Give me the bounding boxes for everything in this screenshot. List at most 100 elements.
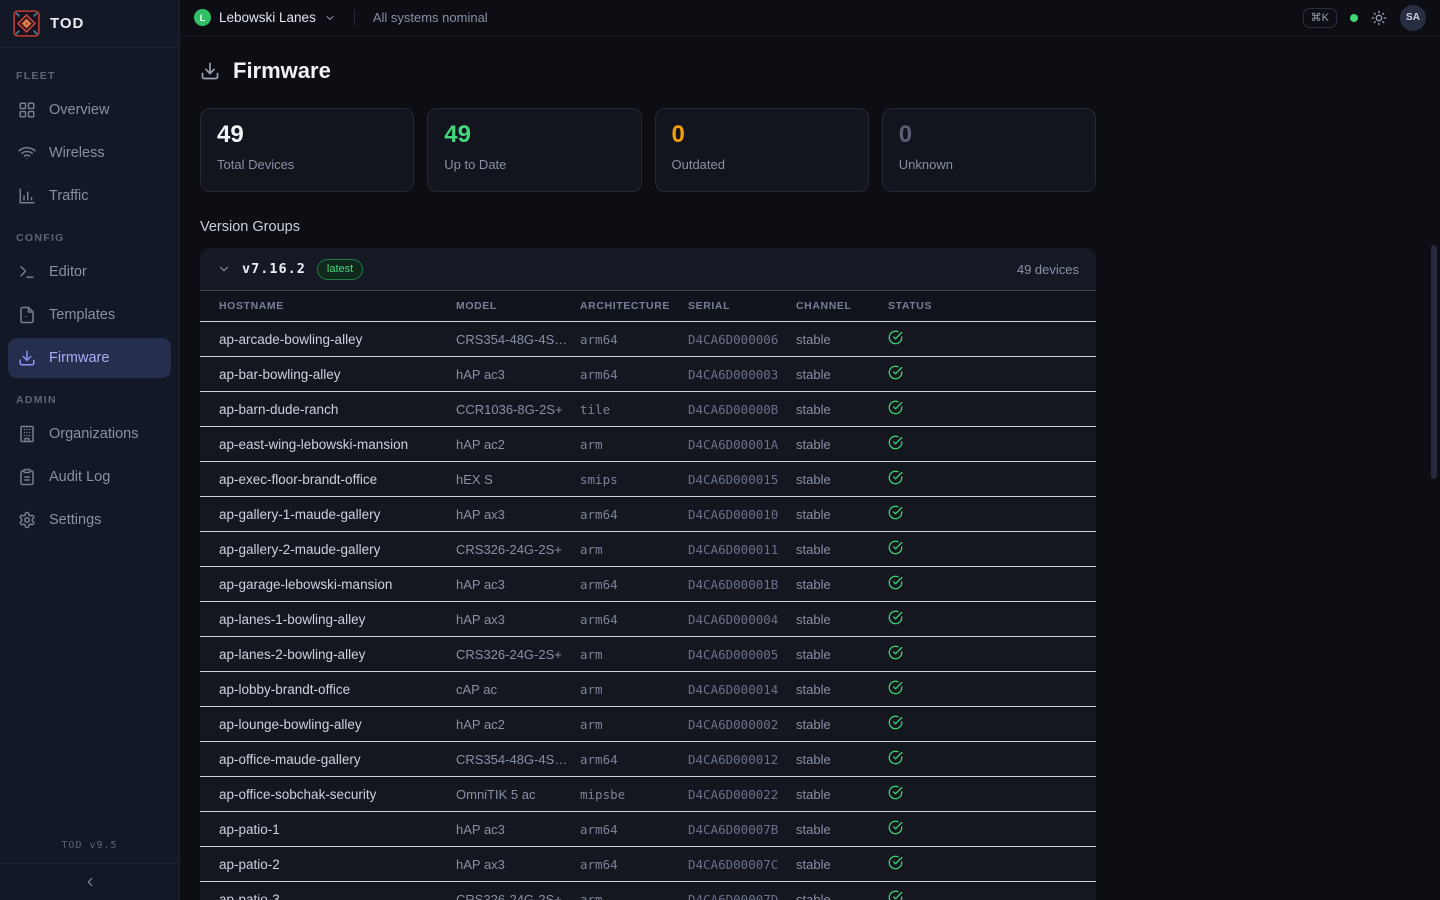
check-circle-icon	[888, 680, 903, 695]
cell-model: CRS326-24G-2S+	[456, 532, 580, 567]
cell-model: CRS354-48G-4S+…	[456, 742, 580, 777]
table-row[interactable]: ap-lanes-2-bowling-alleyCRS326-24G-2S+ar…	[200, 637, 1096, 672]
table-row[interactable]: ap-patio-1hAP ac3arm64D4CA6D00007Bstable	[200, 812, 1096, 847]
cell-channel: stable	[796, 602, 888, 637]
sun-icon[interactable]	[1371, 10, 1387, 26]
brand-name: TOD	[50, 15, 84, 32]
cell-serial: D4CA6D000011	[688, 532, 796, 567]
check-circle-icon	[888, 890, 903, 900]
devices-table: HOSTNAMEMODELARCHITECTURESERIALCHANNELST…	[200, 290, 1096, 900]
table-row[interactable]: ap-bar-bowling-alleyhAP ac3arm64D4CA6D00…	[200, 357, 1096, 392]
cell-architecture: arm	[580, 532, 688, 567]
cell-status	[888, 812, 1096, 847]
user-avatar[interactable]: SA	[1400, 5, 1426, 31]
cell-channel: stable	[796, 637, 888, 672]
sidebar-item-label: Templates	[49, 307, 115, 323]
sidebar-item-label: Overview	[49, 102, 109, 118]
cell-status	[888, 392, 1096, 427]
cell-serial: D4CA6D000010	[688, 497, 796, 532]
check-circle-icon	[888, 435, 903, 450]
stat-cards: 49Total Devices49Up to Date0Outdated0Unk…	[200, 108, 1096, 192]
sidebar-item-label: Audit Log	[49, 469, 110, 485]
cell-status	[888, 427, 1096, 462]
cell-model: hEX S	[456, 462, 580, 497]
sidebar-item-label: Firmware	[49, 350, 109, 366]
sidebar-item-settings[interactable]: Settings	[8, 500, 171, 540]
table-row[interactable]: ap-lobby-brandt-officecAP acarmD4CA6D000…	[200, 672, 1096, 707]
table-row[interactable]: ap-exec-floor-brandt-officehEX SsmipsD4C…	[200, 462, 1096, 497]
org-switcher[interactable]: L Lebowski Lanes	[194, 9, 336, 26]
table-row[interactable]: ap-arcade-bowling-alleyCRS354-48G-4S+…ar…	[200, 322, 1096, 357]
sidebar-item-wireless[interactable]: Wireless	[8, 133, 171, 173]
table-body: ap-arcade-bowling-alleyCRS354-48G-4S+…ar…	[200, 322, 1096, 900]
table-row[interactable]: ap-office-sobchak-securityOmniTIK 5 acmi…	[200, 777, 1096, 812]
org-name: Lebowski Lanes	[219, 10, 316, 25]
overview-icon	[18, 101, 36, 119]
cell-status	[888, 357, 1096, 392]
cell-architecture: arm	[580, 637, 688, 672]
check-circle-icon	[888, 470, 903, 485]
column-header-channel: CHANNEL	[796, 291, 888, 322]
table-row[interactable]: ap-gallery-2-maude-galleryCRS326-24G-2S+…	[200, 532, 1096, 567]
table-row[interactable]: ap-lounge-bowling-alleyhAP ac2armD4CA6D0…	[200, 707, 1096, 742]
sidebar-item-traffic[interactable]: Traffic	[8, 176, 171, 216]
check-circle-icon	[888, 610, 903, 625]
table-row[interactable]: ap-office-maude-galleryCRS354-48G-4S+…ar…	[200, 742, 1096, 777]
stat-card-outdated: 0Outdated	[655, 108, 869, 192]
latest-badge: latest	[317, 259, 363, 280]
sidebar: TOD FLEETOverviewWirelessTrafficCONFIGEd…	[0, 0, 180, 900]
cell-channel: stable	[796, 742, 888, 777]
sidebar-item-organizations[interactable]: Organizations	[8, 414, 171, 454]
version-group-header[interactable]: v7.16.2 latest 49 devices	[200, 248, 1096, 290]
table-row[interactable]: ap-patio-2hAP ax3arm64D4CA6D00007Cstable	[200, 847, 1096, 882]
chevron-down-icon	[217, 262, 231, 276]
table-row[interactable]: ap-lanes-1-bowling-alleyhAP ax3arm64D4CA…	[200, 602, 1096, 637]
cell-serial: D4CA6D000014	[688, 672, 796, 707]
table-row[interactable]: ap-barn-dude-ranchCCR1036-8G-2S+tileD4CA…	[200, 392, 1096, 427]
cell-channel: stable	[796, 462, 888, 497]
cell-hostname: ap-patio-1	[200, 812, 456, 847]
sidebar-item-editor[interactable]: Editor	[8, 252, 171, 292]
table-row[interactable]: ap-garage-lebowski-mansionhAP ac3arm64D4…	[200, 567, 1096, 602]
cell-serial: D4CA6D00007C	[688, 847, 796, 882]
cell-hostname: ap-patio-2	[200, 847, 456, 882]
sidebar-item-label: Editor	[49, 264, 87, 280]
cell-architecture: arm64	[580, 602, 688, 637]
version-groups-label: Version Groups	[200, 219, 1440, 235]
table-row[interactable]: ap-gallery-1-maude-galleryhAP ax3arm64D4…	[200, 497, 1096, 532]
sidebar-item-firmware[interactable]: Firmware	[8, 338, 171, 378]
sidebar-item-overview[interactable]: Overview	[8, 90, 171, 130]
check-circle-icon	[888, 540, 903, 555]
cell-architecture: arm64	[580, 847, 688, 882]
cell-serial: D4CA6D00007B	[688, 812, 796, 847]
command-palette-button[interactable]: ⌘K	[1303, 8, 1337, 28]
download-icon	[200, 61, 220, 81]
cell-model: hAP ax3	[456, 497, 580, 532]
sidebar-item-audit-log[interactable]: Audit Log	[8, 457, 171, 497]
version-group-card: v7.16.2 latest 49 devices HOSTNAMEMODELA…	[200, 248, 1096, 900]
cell-architecture: arm64	[580, 322, 688, 357]
cell-architecture: tile	[580, 392, 688, 427]
cell-hostname: ap-east-wing-lebowski-mansion	[200, 427, 456, 462]
chevron-left-icon	[83, 875, 97, 889]
templates-icon	[18, 306, 36, 324]
table-row[interactable]: ap-patio-3CRS326-24G-2S+armD4CA6D00007Ds…	[200, 882, 1096, 900]
organizations-icon	[18, 425, 36, 443]
firmware-icon	[18, 349, 36, 367]
scrollbar-thumb[interactable]	[1431, 245, 1437, 479]
stat-value: 0	[899, 122, 1079, 148]
table-row[interactable]: ap-east-wing-lebowski-mansionhAP ac2armD…	[200, 427, 1096, 462]
check-circle-icon	[888, 785, 903, 800]
chevron-down-icon	[324, 12, 336, 24]
cell-serial: D4CA6D000005	[688, 637, 796, 672]
cell-channel: stable	[796, 812, 888, 847]
sidebar-collapse-button[interactable]	[0, 863, 179, 900]
check-circle-icon	[888, 365, 903, 380]
cell-channel: stable	[796, 322, 888, 357]
sidebar-item-templates[interactable]: Templates	[8, 295, 171, 335]
column-header-status: STATUS	[888, 291, 1096, 322]
main-area: L Lebowski Lanes All systems nominal ⌘K …	[180, 0, 1440, 900]
cell-channel: stable	[796, 532, 888, 567]
cell-serial: D4CA6D00000B	[688, 392, 796, 427]
cell-serial: D4CA6D000002	[688, 707, 796, 742]
